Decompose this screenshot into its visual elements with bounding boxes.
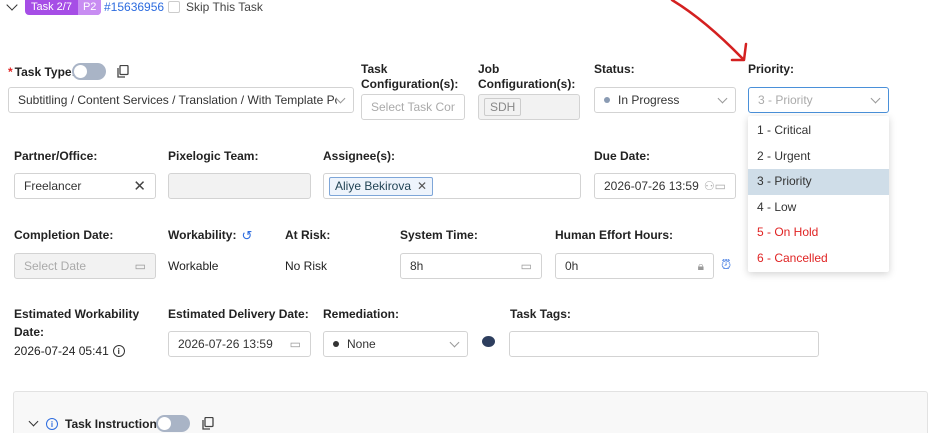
priority-option-low[interactable]: 4 - Low xyxy=(748,195,889,221)
assignee-label: Assignee(s): xyxy=(323,149,396,163)
remediation-label: Remediation: xyxy=(323,307,400,321)
est-workability-value: 2026-07-24 05:41 xyxy=(14,344,109,358)
pixelogic-team-label: Pixelogic Team: xyxy=(168,149,259,163)
assignee-tag: Aliye Bekirova ✕ xyxy=(329,176,434,196)
human-effort-field[interactable]: 0h 🔒︎ xyxy=(555,253,714,279)
task-instructions-toggle[interactable] xyxy=(156,415,190,432)
due-date-label: Due Date: xyxy=(594,149,651,163)
lock-icon: 🔒︎ xyxy=(697,258,704,273)
system-time-field: 8h ▭ xyxy=(400,253,542,279)
status-value: In Progress xyxy=(618,93,680,107)
human-effort-label: Human Effort Hours: xyxy=(555,228,673,242)
info-icon[interactable]: i xyxy=(46,418,58,430)
history-icon[interactable]: ↺ xyxy=(241,228,252,243)
remediation-dot-icon xyxy=(333,341,339,347)
est-delivery-value: 2026-07-26 13:59 xyxy=(178,337,273,351)
assignee-select[interactable]: Aliye Bekirova ✕ xyxy=(323,173,581,199)
alarm-icon[interactable]: ⏰︎ xyxy=(721,257,731,273)
status-select[interactable]: In Progress xyxy=(594,87,736,113)
priority-select[interactable]: 3 - Priority xyxy=(748,87,889,113)
at-risk-value: No Risk xyxy=(285,259,328,273)
task-tags-label: Task Tags: xyxy=(510,307,571,321)
est-delivery-label: Estimated Delivery Date: xyxy=(168,307,309,321)
priority-option-priority[interactable]: 3 - Priority xyxy=(748,169,889,195)
copy-icon[interactable] xyxy=(202,417,214,430)
assignee-name: Aliye Bekirova xyxy=(335,179,412,193)
calendar-icon: ▭ xyxy=(134,259,146,273)
priority-label: Priority: xyxy=(748,62,795,76)
due-date-picker[interactable]: 2026-07-26 13:59 ⚇▭ xyxy=(594,173,736,199)
chevron-down-icon xyxy=(870,93,881,103)
system-time-value: 8h xyxy=(410,259,424,273)
task-tags-input[interactable] xyxy=(509,331,819,357)
clear-icon[interactable]: ✕ xyxy=(133,177,146,195)
task-id-link[interactable]: #15636956 xyxy=(104,0,164,14)
status-dot-icon xyxy=(604,97,610,103)
priority-option-urgent[interactable]: 2 - Urgent xyxy=(748,144,889,170)
est-workability-value-row: 2026-07-24 05:41 i xyxy=(14,344,125,358)
annotation-arrow-icon xyxy=(670,0,748,62)
priority-option-on-hold[interactable]: 5 - On Hold xyxy=(748,220,889,246)
remediation-value: None xyxy=(347,337,376,351)
priority-option-critical[interactable]: 1 - Critical xyxy=(748,118,889,144)
job-config-label: Job Configuration(s): xyxy=(478,62,576,91)
completion-date-picker[interactable]: Select Date ▭ xyxy=(14,253,156,279)
calendar-icon: ▭ xyxy=(289,337,301,351)
priority-badge-label: P2 xyxy=(77,0,102,15)
info-icon[interactable]: i xyxy=(112,345,125,357)
remediation-select[interactable]: None xyxy=(323,331,468,357)
skip-task-checkbox[interactable] xyxy=(168,1,180,13)
workability-value: Workable xyxy=(168,259,219,273)
task-type-value: Subtitling / Content Services / Translat… xyxy=(18,93,337,107)
chevron-down-icon xyxy=(335,93,346,103)
est-workability-label: Estimated Workability Date: xyxy=(14,307,139,340)
human-effort-value: 0h xyxy=(565,259,579,273)
task-type-toggle[interactable] xyxy=(72,63,106,80)
task-type-label-text: Task Type: xyxy=(14,65,76,79)
status-label: Status: xyxy=(594,62,635,76)
due-date-value: 2026-07-26 13:59 xyxy=(604,179,699,193)
job-config-tag: SDH xyxy=(484,98,522,116)
pixelogic-team-field xyxy=(168,173,311,199)
completion-date-placeholder: Select Date xyxy=(24,259,87,273)
system-time-label: System Time: xyxy=(400,228,478,242)
est-workability-label-line2: Date: xyxy=(14,325,45,339)
workability-label-text: Workability: xyxy=(168,228,237,242)
task-config-select[interactable]: Select Task Con... xyxy=(361,94,465,120)
task-count-label: Task 2/7 xyxy=(31,1,72,13)
priority-value: 3 - Priority xyxy=(758,93,813,107)
skip-task-label: Skip This Task xyxy=(186,0,263,14)
partner-label: Partner/Office: xyxy=(14,149,98,163)
comment-icon[interactable] xyxy=(482,336,495,347)
at-risk-label: At Risk: xyxy=(285,228,331,242)
task-badge: Task 2/7 P2 xyxy=(25,0,102,15)
job-config-field: SDH xyxy=(478,94,580,120)
task-type-select[interactable]: Subtitling / Content Services / Translat… xyxy=(8,87,354,113)
priority-dropdown-menu: 1 - Critical 2 - Urgent 3 - Priority 4 -… xyxy=(748,116,889,272)
task-type-label: * Task Type: xyxy=(8,65,76,80)
task-instructions-label: Task Instructions xyxy=(65,417,164,431)
est-delivery-field: 2026-07-26 13:59 ▭ xyxy=(168,331,311,357)
completion-date-label: Completion Date: xyxy=(14,228,114,242)
collapse-chevron-icon[interactable] xyxy=(6,0,18,11)
priority-option-cancelled[interactable]: 6 - Cancelled xyxy=(748,246,889,272)
est-workability-label-line1: Estimated Workability xyxy=(14,307,140,321)
chevron-down-icon xyxy=(449,337,460,347)
calendar-icon: ▭ xyxy=(520,259,532,273)
task-config-placeholder: Select Task Con... xyxy=(371,100,455,114)
partner-value: Freelancer xyxy=(24,179,82,193)
chevron-down-icon xyxy=(717,93,728,103)
required-marker: * xyxy=(8,65,13,79)
remove-tag-icon[interactable]: ✕ xyxy=(417,179,427,193)
user-calendar-icon: ⚇▭ xyxy=(703,179,726,193)
workability-label: Workability: ↺ xyxy=(168,228,252,243)
copy-icon[interactable] xyxy=(117,65,129,78)
partner-select[interactable]: Freelancer ✕ xyxy=(14,173,156,199)
task-config-label: Task Configuration(s): xyxy=(361,62,459,91)
